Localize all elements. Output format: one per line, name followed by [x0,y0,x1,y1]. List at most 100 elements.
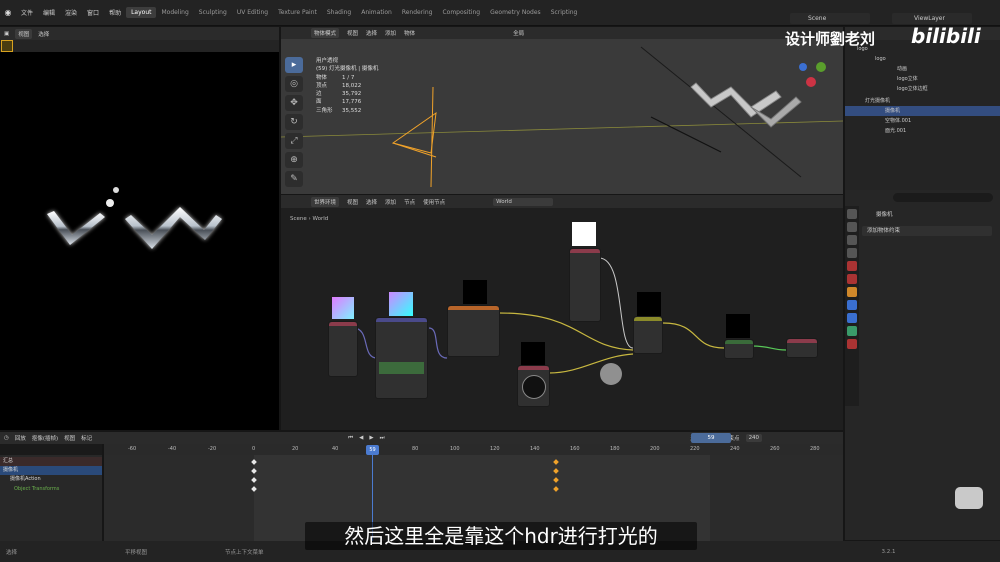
tab-layout[interactable]: Layout [126,7,157,18]
channel-action[interactable]: 摄像机Action [0,475,102,484]
scene-selector[interactable]: Scene [790,13,870,24]
tick-label: 220 [690,446,700,452]
keying-menu[interactable]: 抠像(插帧) [32,434,58,442]
move-tool-icon[interactable]: ✥ [285,95,303,111]
image-node[interactable] [517,365,550,407]
node-canvas[interactable] [281,208,843,430]
tl-view-menu[interactable]: 视图 [64,434,75,442]
channel-object-transforms[interactable]: Object Transforms [0,485,102,494]
cursor-tool-icon[interactable]: ◎ [285,76,303,92]
ne-select-menu[interactable]: 选择 [366,198,377,206]
editor-type-icon[interactable]: ◷ [4,435,9,441]
constraint-tab-icon[interactable] [847,313,857,323]
stat-row: 边 35,792 [316,91,362,98]
output-tab-icon[interactable] [847,235,857,245]
tab-compositing[interactable]: Compositing [437,7,485,18]
viewport-stats: 用户透视 (59) 灯光摄像机 | 摄像机 物体 1 / 7 顶点 18,022 边… [316,57,378,115]
tool-tab-icon[interactable] [847,209,857,219]
data-tab-icon[interactable] [847,326,857,336]
menu-render[interactable]: 渲染 [60,8,82,17]
tab-sculpting[interactable]: Sculpting [194,7,232,18]
timeline-ruler[interactable]: -60 -40 -20 0 20 40 80 100 120 140 160 1… [104,444,843,455]
ne-view-menu[interactable]: 视图 [347,198,358,206]
playhead-frame-label[interactable]: 59 [366,445,379,455]
scale-tool-icon[interactable]: ⤢ [285,133,303,149]
playback-menu[interactable]: 回放 [15,434,26,442]
jump-end-button[interactable]: ⏭ [380,435,385,442]
modifier-tab-icon[interactable] [847,300,857,310]
select-tool-icon[interactable]: ▸ [285,57,303,73]
annotate-tool-icon[interactable]: ✎ [285,171,303,187]
render-view-menu[interactable]: 视图 [15,28,33,39]
outliner-row[interactable]: logo立体边框 [845,84,1000,94]
texture-tab-icon[interactable] [847,339,857,349]
object-mode-dropdown[interactable]: 物体模式 [311,28,340,38]
editor-type-icon[interactable]: ▣ [4,31,9,37]
rotate-tool-icon[interactable]: ↻ [285,114,303,130]
view-layer-tab-icon[interactable] [847,248,857,258]
texcoord-node[interactable] [328,321,358,377]
tab-uv-editing[interactable]: UV Editing [232,7,273,18]
scene-tab-icon[interactable] [847,261,857,271]
outliner-row[interactable]: logo立体 [845,74,1000,84]
render-preview[interactable] [0,27,279,430]
ne-node-menu[interactable]: 节点 [404,198,415,206]
ne-add-menu[interactable]: 添加 [385,198,396,206]
play-reverse-button[interactable]: ◀ [359,435,363,441]
outliner-row[interactable]: logo [845,54,1000,64]
object-tab-icon[interactable] [847,287,857,297]
vp-add-menu[interactable]: 添加 [385,29,396,37]
outliner-row[interactable]: 灯光摄像机 [845,96,1000,106]
tab-scripting[interactable]: Scripting [546,7,583,18]
tab-rendering[interactable]: Rendering [397,7,438,18]
render-tab-icon[interactable] [847,222,857,232]
vp-object-menu[interactable]: 物体 [404,29,415,37]
tab-geometry-nodes[interactable]: Geometry Nodes [485,7,546,18]
play-button[interactable]: ▶ [369,435,373,441]
world-output-node[interactable] [786,338,818,358]
properties-object-name: 摄像机 [876,212,893,218]
jump-start-button[interactable]: ⏮ [348,435,353,442]
add-constraint-dropdown[interactable]: 添加物体约束 [862,226,992,236]
viewlayer-selector[interactable]: ViewLayer [892,13,972,24]
vp-view-menu[interactable]: 视图 [347,29,358,37]
marker-menu[interactable]: 标记 [81,434,92,442]
world-tab-icon[interactable] [847,274,857,284]
tick-label: 40 [332,446,339,452]
breadcrumb-world[interactable]: World [312,216,328,222]
properties-search-input[interactable] [893,193,993,202]
color-ramp-node[interactable] [569,248,601,322]
active-tool-icon[interactable] [1,40,13,52]
shader-type-dropdown[interactable]: 世界环境 [311,196,340,207]
outliner-row[interactable]: 面光.001 [845,126,1000,136]
outliner-row[interactable]: 空物体.001 [845,116,1000,126]
tab-shading[interactable]: Shading [322,7,356,18]
outliner-row-selected[interactable]: 摄像机 [845,106,1000,116]
tab-texture-paint[interactable]: Texture Paint [273,7,322,18]
viewport-logo-mesh [690,82,782,118]
world-datablock[interactable]: World [493,197,554,206]
timeline-search-input[interactable] [0,444,102,455]
breadcrumb-scene[interactable]: Scene [290,216,307,222]
render-select-menu[interactable]: 选择 [38,30,49,38]
menu-help[interactable]: 帮助 [104,8,126,17]
current-frame-field[interactable]: 59 [691,433,731,443]
channel-summary[interactable]: 汇总 [0,457,102,466]
menu-window[interactable]: 窗口 [82,8,104,17]
menu-file[interactable]: 文件 [16,8,38,17]
tab-modeling[interactable]: Modeling [156,7,193,18]
transform-orientation[interactable]: 全局 [513,29,524,37]
background-node[interactable] [724,339,754,359]
channel-camera[interactable]: 摄像机 [0,466,102,475]
menu-edit[interactable]: 编辑 [38,8,60,17]
blender-logo-icon[interactable]: ◉ [0,8,16,17]
transform-tool-icon[interactable]: ⊕ [285,152,303,168]
tab-animation[interactable]: Animation [356,7,397,18]
end-frame-field[interactable]: 240 [745,434,763,442]
outliner-row[interactable]: 动画 [845,64,1000,74]
environment-texture-node[interactable] [447,305,500,357]
use-nodes-checkbox[interactable]: 使用节点 [423,198,445,206]
mix-node[interactable] [633,316,663,354]
mapping-node[interactable] [375,317,428,399]
vp-select-menu[interactable]: 选择 [366,29,377,37]
